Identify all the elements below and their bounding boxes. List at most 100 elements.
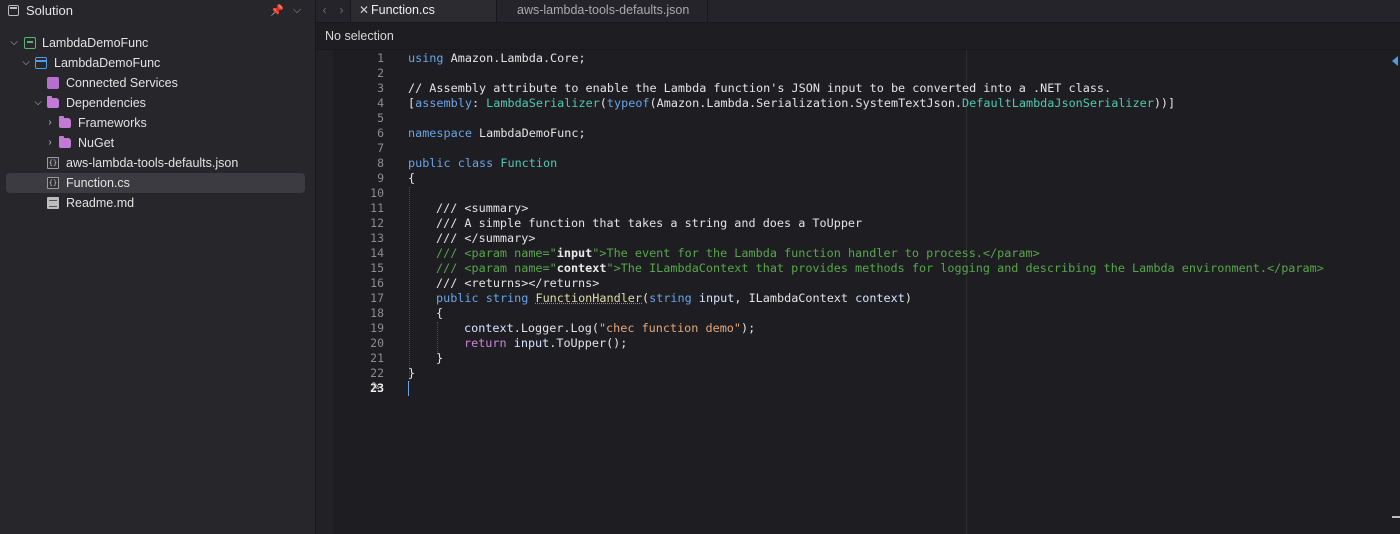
tree-item-json-file[interactable]: {} aws-lambda-tools-defaults.json (0, 153, 315, 173)
editor-tab-bar: ‹ › ✕ Function.cs aws-lambda-tools-defau… (316, 0, 1400, 23)
code-line: /// </summary> (436, 231, 536, 245)
code-line: /// A simple function that takes a strin… (436, 216, 863, 230)
code-token: .Logger.Log( (513, 321, 599, 335)
tab-function-cs[interactable]: ✕ Function.cs (350, 0, 497, 22)
keyword: string (649, 291, 692, 305)
breadcrumb[interactable]: No selection (316, 23, 1400, 50)
nav-back-icon[interactable]: ‹ (316, 0, 333, 22)
parameter: input (513, 336, 550, 350)
tree-item-label: Frameworks (78, 116, 147, 130)
keyword: public (408, 156, 451, 170)
tree-item-nuget[interactable]: › NuGet (0, 133, 315, 153)
tree-item-solution[interactable]: ⌵ LambdaDemoFunc (0, 33, 315, 53)
close-icon[interactable]: ✕ (359, 0, 369, 20)
parameter: input (698, 291, 735, 305)
folder-icon (59, 136, 71, 148)
code-line: // Assembly attribute to enable the Lamb… (408, 81, 1112, 95)
tree-item-function-cs[interactable]: {} Function.cs (6, 173, 305, 193)
code-editor[interactable]: 1 2 3 4 5 6 7 8 9 10 11 12 13 14 15 16 1… (316, 50, 1400, 534)
tree-item-label: LambdaDemoFunc (42, 36, 149, 50)
code-token: Amazon.Lambda.Core; (443, 51, 586, 65)
code-text[interactable]: using Amazon.Lambda.Core; // Assembly at… (408, 51, 1324, 396)
chevron-down-icon[interactable]: ⌵ (32, 93, 44, 113)
comment-param: input (556, 246, 593, 260)
line-number: 16 (370, 276, 384, 290)
code-line: /// <summary> (436, 201, 529, 215)
line-number: 19 (370, 321, 384, 335)
tree-item-frameworks[interactable]: › Frameworks (0, 113, 315, 133)
code-token: , ILambdaContext (734, 291, 856, 305)
keyword: public (436, 291, 479, 305)
tree-item-label: LambdaDemoFunc (54, 56, 161, 70)
code-line: [assembly: LambdaSerializer(typeof(Amazo… (408, 96, 1324, 111)
text-caret (408, 381, 409, 396)
chevron-right-icon[interactable]: › (44, 133, 56, 153)
code-token: (Amazon.Lambda.Serialization.SystemTextJ… (649, 96, 963, 110)
tree-item-label: Dependencies (66, 96, 146, 110)
code-token: ) (904, 291, 912, 305)
code-token: .ToUpper(); (549, 336, 628, 350)
type-name: DefaultLambdaJsonSerializer (962, 96, 1154, 110)
comment: ">The event for the Lambda function hand… (592, 246, 1040, 260)
code-token: ); (741, 321, 756, 335)
nav-forward-icon[interactable]: › (333, 0, 350, 22)
type-name: Function (500, 156, 558, 170)
line-numbers: 1 2 3 4 5 6 7 8 9 10 11 12 13 14 15 16 1… (333, 51, 384, 396)
project-icon (35, 57, 47, 69)
vertical-scrollbar[interactable] (1390, 50, 1400, 534)
code-token: LambdaDemoFunc; (471, 126, 586, 140)
code-line: public class Function (408, 156, 1324, 171)
code-line: { (408, 171, 416, 185)
sidebar-header: Solution 📌 ⌵ (0, 0, 315, 20)
code-line: /// <param name="input">The event for th… (408, 246, 1324, 261)
code-line: using Amazon.Lambda.Core; (408, 51, 1324, 66)
edit-pencil-icon: ✎ (371, 381, 381, 393)
code-line: } (408, 366, 416, 380)
string-literal: "chec function demo" (598, 321, 741, 335)
sidebar-title: Solution (26, 2, 73, 18)
scroll-end-marker (1392, 516, 1400, 518)
line-number: 2 (377, 66, 384, 80)
connected-services-icon (47, 77, 59, 89)
line-number: 20 (370, 336, 384, 350)
tab-label: aws-lambda-tools-defaults.json (517, 3, 690, 17)
code-line: namespace LambdaDemoFunc; (408, 126, 1324, 141)
line-number: 21 (370, 351, 384, 365)
pin-icon[interactable]: 📌 (267, 4, 287, 17)
tree-item-label: Connected Services (66, 76, 178, 90)
solution-icon (24, 37, 36, 49)
code-line: { (436, 306, 444, 320)
code-line: /// <param name="context">The ILambdaCon… (408, 261, 1324, 276)
chevron-down-icon[interactable]: ⌵ (8, 33, 20, 53)
line-number: 12 (370, 216, 384, 230)
tree-item-dependencies[interactable]: ⌵ Dependencies (0, 93, 315, 113)
chevron-right-icon[interactable]: › (44, 113, 56, 133)
line-number: 4 (377, 96, 384, 110)
tree-item-project[interactable]: ⌵ LambdaDemoFunc (0, 53, 315, 73)
tree-item-label: aws-lambda-tools-defaults.json (66, 156, 239, 170)
line-number: 5 (377, 111, 384, 125)
line-number: 22 (370, 366, 384, 380)
line-number: 8 (377, 156, 384, 170)
code-line: } (436, 351, 444, 365)
tree-item-connected-services[interactable]: Connected Services (0, 73, 315, 93)
line-number: 7 (377, 141, 384, 155)
line-number: 9 (377, 171, 384, 185)
json-file-icon: {} (47, 157, 59, 169)
comment: /// <param name=" (436, 246, 557, 260)
folder-icon (47, 96, 59, 108)
keyword: string (485, 291, 529, 305)
scroll-position-marker-icon (1392, 56, 1398, 66)
chevron-down-icon[interactable]: ⌵ (20, 53, 32, 73)
chevron-down-icon[interactable]: ⌵ (287, 4, 307, 17)
tab-aws-lambda-tools-defaults[interactable]: aws-lambda-tools-defaults.json (497, 0, 708, 22)
keyword: typeof (606, 96, 650, 110)
line-number: 1 (377, 51, 384, 65)
tree-item-readme[interactable]: Readme.md (0, 193, 315, 213)
markdown-file-icon (47, 197, 59, 209)
line-number: 11 (370, 201, 384, 215)
